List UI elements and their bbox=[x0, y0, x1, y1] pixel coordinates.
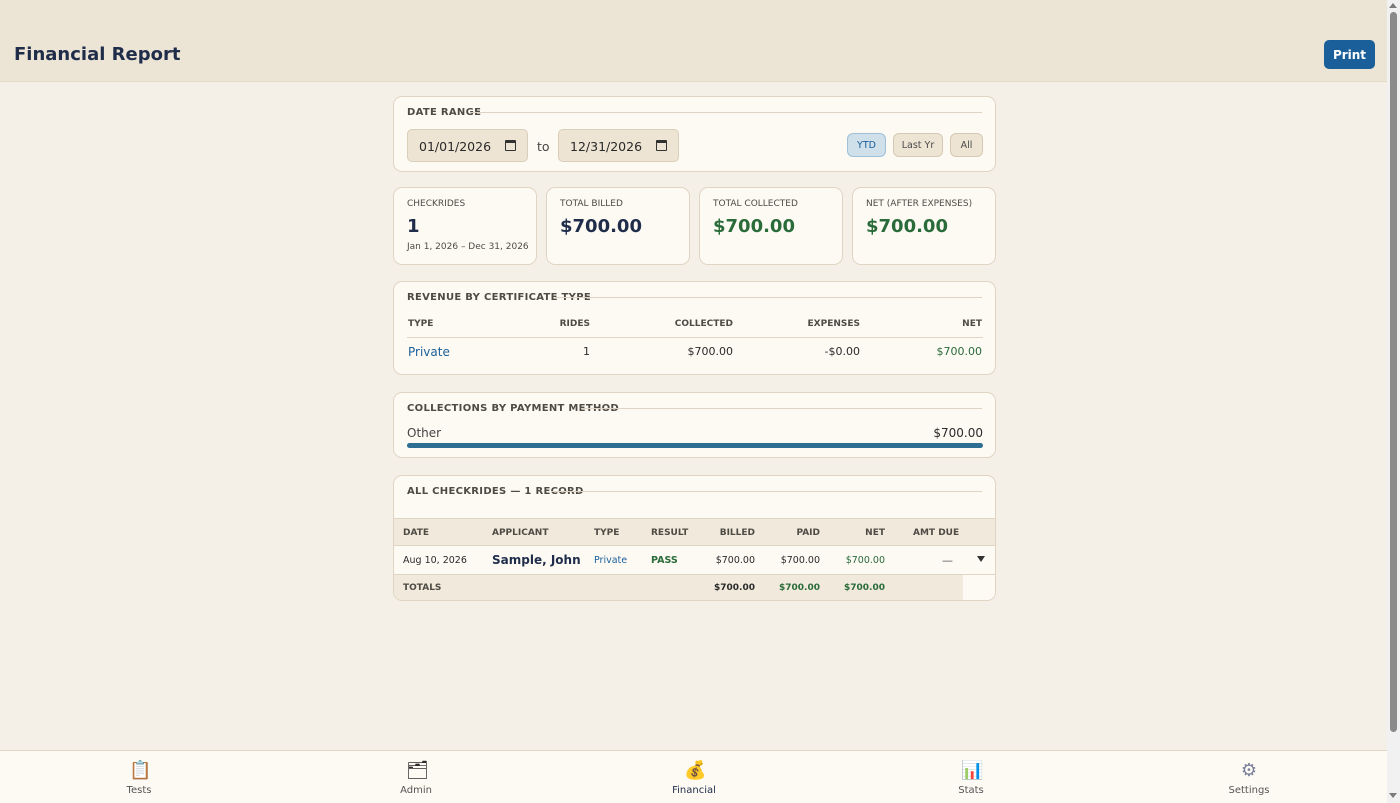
record-type[interactable]: Private bbox=[594, 555, 627, 566]
stat-label: CHECKRIDES bbox=[407, 199, 466, 209]
preset-ytd-button[interactable]: YTD bbox=[847, 133, 886, 157]
start-date-input[interactable]: 01/01/2026 bbox=[407, 129, 528, 162]
type-link-private[interactable]: Private bbox=[408, 345, 450, 359]
section-divider bbox=[581, 408, 982, 409]
end-date-input[interactable]: 12/31/2026 bbox=[558, 129, 679, 162]
nav-label: Admin bbox=[400, 785, 432, 796]
collected-value: $700.00 bbox=[687, 345, 734, 358]
revenue-card: REVENUE BY CERTIFICATE TYPE TYPE RIDES C… bbox=[393, 281, 996, 375]
records-card: ALL CHECKRIDES — 1 RECORD DATE APPLICANT… bbox=[393, 475, 996, 601]
bar-chart-icon: 📊 bbox=[961, 760, 984, 781]
record-amt-due: — bbox=[942, 554, 953, 567]
nav-label: Settings bbox=[1228, 785, 1270, 796]
record-result: PASS bbox=[651, 555, 678, 566]
stat-value: $700.00 bbox=[713, 216, 795, 237]
money-bag-icon: 💰 bbox=[684, 760, 707, 781]
end-date-value: 12/31/2026 bbox=[570, 139, 643, 154]
preset-all-button[interactable]: All bbox=[950, 133, 983, 157]
net-value: $700.00 bbox=[936, 345, 983, 358]
to-label: to bbox=[537, 139, 550, 154]
stat-value: $700.00 bbox=[866, 216, 948, 237]
nav-item-financial[interactable]: 💰 Financial bbox=[634, 751, 754, 803]
totals-billed: $700.00 bbox=[714, 583, 755, 593]
stat-net: NET (AFTER EXPENSES) $700.00 bbox=[852, 187, 996, 265]
scroll-up-icon[interactable] bbox=[1389, 3, 1397, 8]
stat-label: NET (AFTER EXPENSES) bbox=[866, 199, 973, 209]
totals-spacer bbox=[963, 575, 995, 600]
totals-paid: $700.00 bbox=[779, 583, 820, 593]
start-date-value: 01/01/2026 bbox=[419, 139, 492, 154]
expenses-value: -$0.00 bbox=[824, 345, 860, 358]
date-range-card: DATE RANGE 01/01/2026 to 12/31/2026 YTD … bbox=[393, 96, 996, 172]
nav-label: Stats bbox=[958, 785, 984, 796]
col-date: DATE bbox=[403, 528, 430, 538]
app-header: Financial Report Print bbox=[0, 0, 1387, 82]
gear-icon: ⚙ bbox=[1240, 760, 1258, 781]
col-applicant: APPLICANT bbox=[492, 528, 549, 538]
col-expenses: EXPENSES bbox=[807, 319, 860, 329]
scrollbar-thumb[interactable] bbox=[1390, 12, 1397, 732]
page-title: Financial Report bbox=[14, 44, 181, 65]
col-net: NET bbox=[962, 319, 982, 329]
stat-total-billed: TOTAL BILLED $700.00 bbox=[546, 187, 690, 265]
totals-row: TOTALS $700.00 $700.00 $700.00 bbox=[394, 575, 995, 600]
col-net: NET bbox=[865, 528, 885, 538]
col-result: RESULT bbox=[651, 528, 689, 538]
payment-method-amount: $700.00 bbox=[933, 426, 983, 440]
col-type: TYPE bbox=[594, 528, 620, 538]
nav-item-admin[interactable]: 🗂 Admin bbox=[356, 751, 476, 803]
stat-label: TOTAL COLLECTED bbox=[713, 199, 798, 209]
col-collected: COLLECTED bbox=[674, 319, 733, 329]
section-divider bbox=[551, 491, 982, 492]
clipboard-icon: 📋 bbox=[129, 760, 152, 781]
rides-value: 1 bbox=[583, 345, 590, 358]
preset-last-year-button[interactable]: Last Yr bbox=[893, 133, 943, 157]
totals-net: $700.00 bbox=[844, 583, 885, 593]
col-billed: BILLED bbox=[719, 528, 755, 538]
payment-method-card: COLLECTIONS BY PAYMENT METHOD Other $700… bbox=[393, 392, 996, 458]
bottom-nav: 📋 Tests 🗂 Admin 💰 Financial 📊 Stats ⚙ Se… bbox=[0, 750, 1387, 803]
table-divider bbox=[407, 337, 983, 338]
record-net: $700.00 bbox=[845, 555, 885, 566]
records-header-row: DATE APPLICANT TYPE RESULT BILLED PAID N… bbox=[394, 518, 995, 546]
nav-label: Financial bbox=[672, 785, 716, 796]
col-type: TYPE bbox=[408, 319, 434, 329]
record-paid: $700.00 bbox=[780, 555, 820, 566]
col-rides: RIDES bbox=[559, 319, 590, 329]
col-paid: PAID bbox=[796, 528, 820, 538]
scroll-down-icon[interactable] bbox=[1389, 793, 1397, 798]
folder-icon: 🗂 bbox=[406, 760, 429, 781]
nav-label: Tests bbox=[126, 785, 152, 796]
payment-method-name: Other bbox=[407, 426, 442, 440]
payment-share-fill bbox=[407, 443, 983, 448]
nav-item-stats[interactable]: 📊 Stats bbox=[911, 751, 1031, 803]
nav-item-tests[interactable]: 📋 Tests bbox=[79, 751, 199, 803]
totals-label: TOTALS bbox=[403, 583, 442, 593]
section-divider bbox=[555, 297, 982, 298]
stat-label: TOTAL BILLED bbox=[560, 199, 623, 209]
page-scrollbar[interactable] bbox=[1387, 0, 1400, 803]
col-amt-due: AMT DUE bbox=[913, 528, 960, 538]
stat-value: 1 bbox=[407, 216, 420, 237]
stat-value: $700.00 bbox=[560, 216, 642, 237]
record-date: Aug 10, 2026 bbox=[403, 555, 467, 566]
nav-item-settings[interactable]: ⚙ Settings bbox=[1189, 751, 1309, 803]
record-billed: $700.00 bbox=[715, 555, 755, 566]
calendar-icon[interactable] bbox=[656, 140, 667, 151]
section-divider bbox=[471, 112, 982, 113]
payment-share-bar bbox=[407, 443, 983, 448]
stat-total-collected: TOTAL COLLECTED $700.00 bbox=[699, 187, 843, 265]
stat-date-range: Jan 1, 2026 – Dec 31, 2026 bbox=[407, 242, 529, 252]
record-applicant[interactable]: Sample, John bbox=[492, 553, 581, 567]
table-row[interactable]: Aug 10, 2026 Sample, John Private PASS $… bbox=[394, 546, 995, 575]
stat-checkrides: CHECKRIDES 1 Jan 1, 2026 – Dec 31, 2026 bbox=[393, 187, 537, 265]
calendar-icon[interactable] bbox=[505, 140, 516, 151]
print-button[interactable]: Print bbox=[1324, 40, 1375, 69]
expand-row-icon[interactable] bbox=[977, 556, 985, 562]
